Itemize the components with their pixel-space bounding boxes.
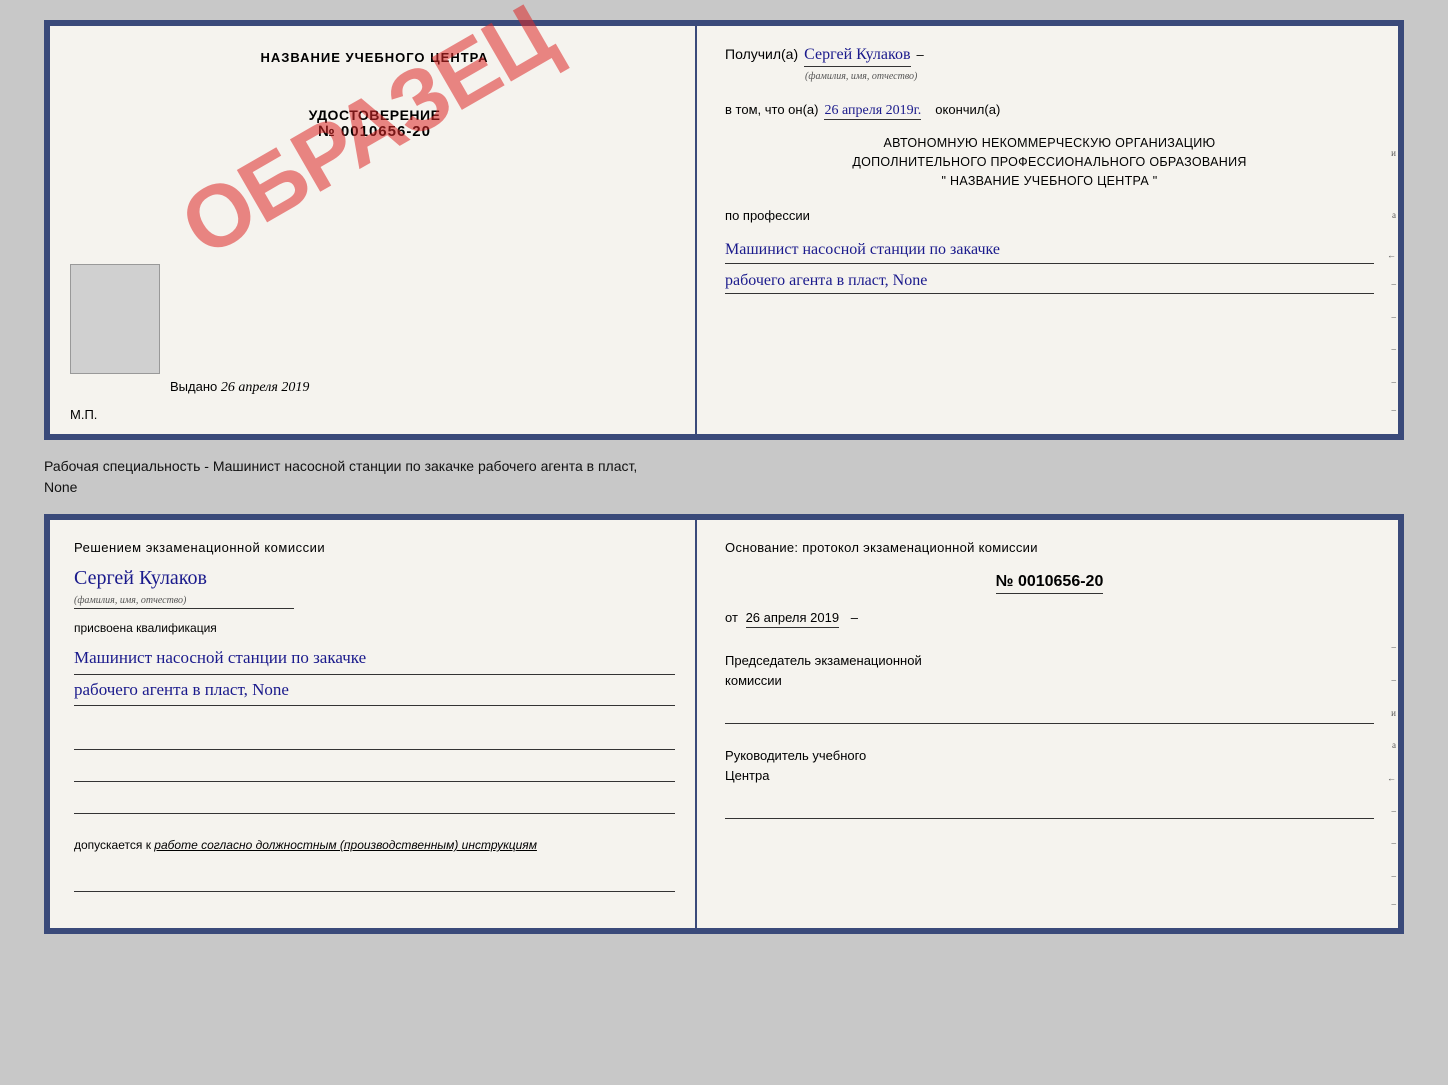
ot-label: от bbox=[725, 610, 738, 625]
sig-line-2 bbox=[74, 758, 675, 782]
btick-d1: – bbox=[1391, 642, 1396, 652]
btick-d6: – bbox=[1391, 899, 1396, 909]
rukovoditel-label: Руководитель учебного Центра bbox=[725, 746, 1374, 785]
tick-d2: – bbox=[1392, 312, 1397, 322]
udostoverenie-label: УДОСТОВЕРЕНИЕ bbox=[74, 107, 675, 123]
bottom-qualification-block: Машинист насосной станции по закачке раб… bbox=[74, 643, 675, 706]
dopuskaetsya-prefix: допускается к bbox=[74, 838, 151, 852]
separator-text: Рабочая специальность - Машинист насосно… bbox=[44, 456, 1404, 498]
ot-date-value: 26 апреля 2019 bbox=[746, 610, 840, 628]
protocol-number: № 0010656-20 bbox=[996, 573, 1104, 594]
dopuskaetsya-text: работе согласно должностным (производств… bbox=[154, 838, 537, 852]
po-professii-text: по профессии bbox=[725, 208, 810, 223]
bottom-right-panel: Основание: протокол экзаменационной коми… bbox=[697, 520, 1398, 928]
predsedatel-line1: Председатель экзаменационной bbox=[725, 651, 1374, 671]
vydano-date: 26 апреля 2019 bbox=[221, 380, 309, 395]
predsedatel-label: Председатель экзаменационной комиссии bbox=[725, 651, 1374, 690]
cert-left-panel: НАЗВАНИЕ УЧЕБНОГО ЦЕНТРА ОБРАЗЕЦ УДОСТОВ… bbox=[50, 26, 697, 434]
rukovoditel-line1: Руководитель учебного bbox=[725, 746, 1374, 766]
poluchil-dash: – bbox=[917, 47, 924, 62]
po-professii-label: по профессии bbox=[725, 208, 1374, 223]
profession-line1: Машинист насосной станции по закачке bbox=[725, 237, 1374, 264]
predsedatel-sig-line bbox=[725, 704, 1374, 724]
right-margin-ticks: и а ← – – – – – bbox=[1382, 26, 1398, 434]
separator-line2: None bbox=[44, 477, 1404, 498]
sig-line-bottom bbox=[74, 868, 675, 892]
bottom-name: Сергей Кулаков bbox=[74, 567, 675, 590]
ot-date-line: от 26 апреля 2019 – bbox=[725, 610, 1374, 625]
vydano-label: Выдано bbox=[170, 379, 217, 394]
sig-line-1 bbox=[74, 726, 675, 750]
vtom-label: в том, что он(а) bbox=[725, 102, 818, 117]
bottom-name-subtext: (фамилия, имя, отчество) bbox=[74, 595, 294, 609]
okonchil-label: окончил(а) bbox=[935, 102, 1000, 117]
tick-d5: – bbox=[1392, 405, 1397, 415]
prisvoena-label: присвоена квалификация bbox=[74, 621, 675, 635]
profession-line2: рабочего агента в пласт, None bbox=[725, 268, 1374, 295]
org-line2: ДОПОЛНИТЕЛЬНОГО ПРОФЕССИОНАЛЬНОГО ОБРАЗО… bbox=[725, 153, 1374, 172]
udostoverenie-number: № 0010656-20 bbox=[74, 123, 675, 140]
qualification-line2: рабочего агента в пласт, None bbox=[74, 675, 675, 707]
cert-right-panel: Получил(а) Сергей Кулаков – (фамилия, им… bbox=[697, 26, 1398, 434]
btick-i: и bbox=[1391, 708, 1396, 718]
dopuskaetsya-block: допускается к работе согласно должностны… bbox=[74, 838, 675, 852]
photo-placeholder bbox=[70, 264, 160, 374]
vtom-date: 26 апреля 2019г. bbox=[824, 103, 921, 120]
osnovanie-title: Основание: протокол экзаменационной коми… bbox=[725, 540, 1374, 555]
poluchil-name: Сергей Кулаков bbox=[804, 46, 910, 67]
tick-d4: – bbox=[1392, 377, 1397, 387]
resheniem-title: Решением экзаменационной комиссии bbox=[74, 540, 675, 555]
btick-a: а bbox=[1392, 740, 1396, 750]
separator-line1: Рабочая специальность - Машинист насосно… bbox=[44, 456, 1404, 477]
btick-d2: – bbox=[1391, 675, 1396, 685]
center-title: НАЗВАНИЕ УЧЕБНОГО ЦЕНТРА bbox=[74, 50, 675, 65]
tick-a: а bbox=[1392, 210, 1396, 220]
protocol-number-block: № 0010656-20 bbox=[725, 565, 1374, 594]
poluchil-label: Получил(а) bbox=[725, 46, 798, 62]
tick-d1: – bbox=[1392, 279, 1397, 289]
ot-dash: – bbox=[851, 610, 858, 625]
sig-line-3 bbox=[74, 790, 675, 814]
rukovoditel-line2: Центра bbox=[725, 766, 1374, 786]
vydano-line: Выдано 26 апреля 2019 bbox=[170, 379, 309, 396]
rukovoditel-sig-line bbox=[725, 799, 1374, 819]
bottom-name-block: Сергей Кулаков (фамилия, имя, отчество) bbox=[74, 563, 675, 609]
btick-d5: – bbox=[1391, 871, 1396, 881]
poluchil-subtext: (фамилия, имя, отчество) bbox=[805, 71, 1374, 82]
qualification-line1: Машинист насосной станции по закачке bbox=[74, 643, 675, 675]
org-block: АВТОНОМНУЮ НЕКОММЕРЧЕСКУЮ ОРГАНИЗАЦИЮ ДО… bbox=[725, 134, 1374, 190]
mp-label: М.П. bbox=[70, 407, 97, 422]
predsedatel-line2: комиссии bbox=[725, 671, 1374, 691]
bottom-left-panel: Решением экзаменационной комиссии Сергей… bbox=[50, 520, 697, 928]
signature-lines bbox=[74, 726, 675, 822]
btick-d3: – bbox=[1391, 806, 1396, 816]
tick-i: и bbox=[1391, 148, 1396, 158]
btick-arrow: ← bbox=[1387, 773, 1396, 783]
certificate-bottom: Решением экзаменационной комиссии Сергей… bbox=[44, 514, 1404, 934]
tick-d3: – bbox=[1392, 344, 1397, 354]
bottom-right-ticks: – – и а ← – – – – bbox=[1382, 520, 1398, 928]
poluchil-line: Получил(а) Сергей Кулаков – bbox=[725, 46, 1374, 67]
btick-d4: – bbox=[1391, 838, 1396, 848]
vtom-line: в том, что он(а) 26 апреля 2019г. окончи… bbox=[725, 102, 1374, 120]
certificate-top: НАЗВАНИЕ УЧЕБНОГО ЦЕНТРА ОБРАЗЕЦ УДОСТОВ… bbox=[44, 20, 1404, 440]
udostoverenie-block: УДОСТОВЕРЕНИЕ № 0010656-20 bbox=[74, 107, 675, 140]
org-line1: АВТОНОМНУЮ НЕКОММЕРЧЕСКУЮ ОРГАНИЗАЦИЮ bbox=[725, 134, 1374, 153]
tick-arrow: ← bbox=[1387, 250, 1396, 260]
profession-block: Машинист насосной станции по закачке раб… bbox=[725, 233, 1374, 294]
org-name-quotes: " НАЗВАНИЕ УЧЕБНОГО ЦЕНТРА " bbox=[725, 172, 1374, 191]
